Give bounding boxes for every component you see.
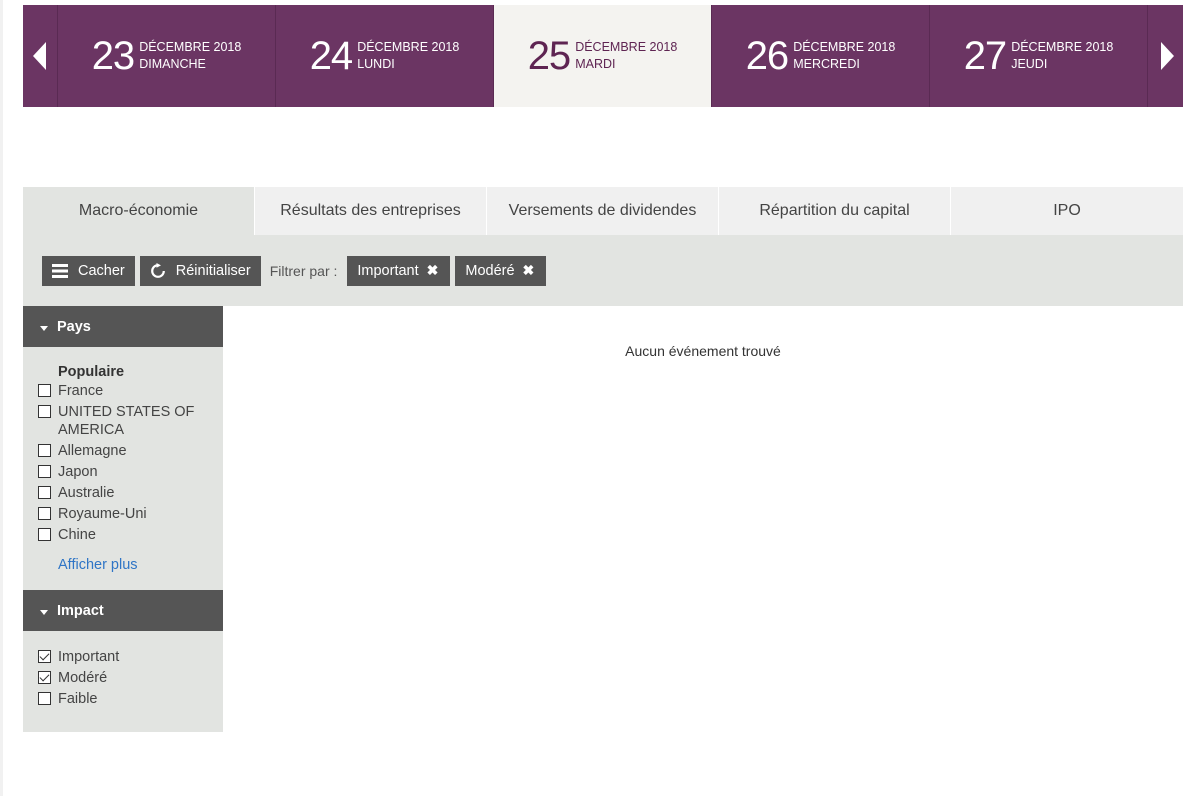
tab-repartition-capital[interactable]: Répartition du capital [719,187,951,235]
day-info: DÉCEMBRE 2018 MARDI [575,39,677,73]
country-option-royaume-uni[interactable]: Royaume-Uni [38,505,223,523]
date-navigation: 23 DÉCEMBRE 2018 DIMANCHE 24 DÉCEMBRE 20… [23,5,1183,107]
filter-chip-modere: Modéré ✖ [455,255,547,286]
popular-group-title: Populaire [58,364,125,380]
day-month: DÉCEMBRE 2018 [357,40,460,54]
day-tab-25-active[interactable]: 25 DÉCEMBRE 2018 MARDI [494,5,712,107]
previous-day-button[interactable] [23,5,58,107]
country-section-title: Pays [57,318,91,335]
filter-chip-label: Important [357,262,419,279]
checkbox[interactable] [38,405,51,418]
day-weekday: DIMANCHE [139,57,206,71]
day-info: DÉCEMBRE 2018 DIMANCHE [139,39,241,73]
checkbox[interactable] [38,528,51,541]
checkbox[interactable] [38,692,51,705]
checkbox-label: Australie [58,485,115,501]
caret-down-icon [40,319,48,335]
day-tab-23[interactable]: 23 DÉCEMBRE 2018 DIMANCHE [58,5,276,107]
filter-chip-label: Modéré [465,262,515,279]
checkbox-checked[interactable] [38,650,51,663]
filter-bar: Cacher Réinitialiser Filtrer par : Impor… [23,235,1183,306]
checkbox-label: Chine [58,527,96,543]
impact-section-title: Impact [57,602,104,619]
checkbox[interactable] [38,384,51,397]
country-option-france[interactable]: France [38,382,223,400]
day-tab-24[interactable]: 24 DÉCEMBRE 2018 LUNDI [276,5,494,107]
remove-chip-icon[interactable]: ✖ [523,262,535,279]
day-info: DÉCEMBRE 2018 JEUDI [1011,39,1113,73]
checkbox[interactable] [38,444,51,457]
tab-ipo[interactable]: IPO [951,187,1183,235]
checkbox[interactable] [38,507,51,520]
day-tab-27[interactable]: 27 DÉCEMBRE 2018 JEUDI [930,5,1148,107]
hide-filters-button[interactable]: Cacher [42,255,135,286]
day-month: DÉCEMBRE 2018 [793,40,896,54]
impact-option-faible[interactable]: Faible [38,690,223,708]
filter-by-label: Filtrer par : [269,262,338,279]
filter-sidebar: Pays Populaire France UNITED STATES OF A… [23,306,223,732]
checkbox-label: Important [58,649,120,665]
checkbox-label: Japon [58,464,98,480]
day-month: DÉCEMBRE 2018 [139,40,242,54]
caret-down-icon [40,603,48,619]
day-number: 27 [963,34,1007,78]
impact-section-body: Important Modéré Faible [23,631,223,708]
menu-icon [52,263,68,279]
day-month: DÉCEMBRE 2018 [575,40,678,54]
country-option-allemagne[interactable]: Allemagne [38,442,223,460]
day-tab-26[interactable]: 26 DÉCEMBRE 2018 MERCREDI [712,5,930,107]
checkbox-label: Allemagne [58,443,127,459]
day-info: DÉCEMBRE 2018 MERCREDI [793,39,895,73]
tab-versements-dividendes[interactable]: Versements de dividendes [487,187,719,235]
country-section-header[interactable]: Pays [23,306,223,347]
checkbox[interactable] [38,486,51,499]
day-number: 23 [91,34,135,78]
refresh-icon [150,262,166,279]
day-month: DÉCEMBRE 2018 [1011,40,1114,54]
chevron-left-icon [33,42,46,70]
checkbox-label: France [58,383,104,399]
impact-option-important[interactable]: Important [38,648,223,666]
tab-resultats-entreprises[interactable]: Résultats des entreprises [255,187,487,235]
day-number: 24 [309,34,353,78]
country-option-chine[interactable]: Chine [38,526,223,544]
day-number: 26 [745,34,789,78]
impact-section-header[interactable]: Impact [23,590,223,631]
country-option-australie[interactable]: Australie [38,484,223,502]
show-more-link[interactable]: Afficher plus [58,557,138,573]
day-weekday: JEUDI [1011,57,1048,71]
category-tabs: Macro-économie Résultats des entreprises… [23,187,1183,235]
hide-filters-label: Cacher [78,262,125,279]
checkbox-label: Modéré [58,670,108,686]
reset-filters-label: Réinitialiser [175,262,251,279]
country-option-japon[interactable]: Japon [38,463,223,481]
remove-chip-icon[interactable]: ✖ [427,262,439,279]
impact-option-modere[interactable]: Modéré [38,669,223,687]
day-weekday: LUNDI [357,57,395,71]
empty-results-message: Aucun événement trouvé [625,343,781,359]
country-option-usa[interactable]: UNITED STATES OF AMERICA [38,403,223,439]
day-weekday: MERCREDI [793,57,860,71]
tab-macro-economie[interactable]: Macro-économie [23,187,255,235]
next-day-button[interactable] [1151,5,1183,107]
chevron-right-icon [1161,42,1174,70]
reset-filters-button[interactable]: Réinitialiser [139,255,261,286]
checkbox-label: Royaume-Uni [58,506,147,522]
country-section-body: Populaire France UNITED STATES OF AMERIC… [23,347,223,574]
day-weekday: MARDI [575,57,616,71]
checkbox[interactable] [38,465,51,478]
checkbox-label: UNITED STATES OF AMERICA [58,404,195,438]
checkbox-checked[interactable] [38,671,51,684]
day-number: 25 [527,34,571,78]
checkbox-label: Faible [58,691,98,707]
page-left-border [0,0,3,796]
filter-chip-important: Important ✖ [347,255,451,286]
day-info: DÉCEMBRE 2018 LUNDI [357,39,459,73]
